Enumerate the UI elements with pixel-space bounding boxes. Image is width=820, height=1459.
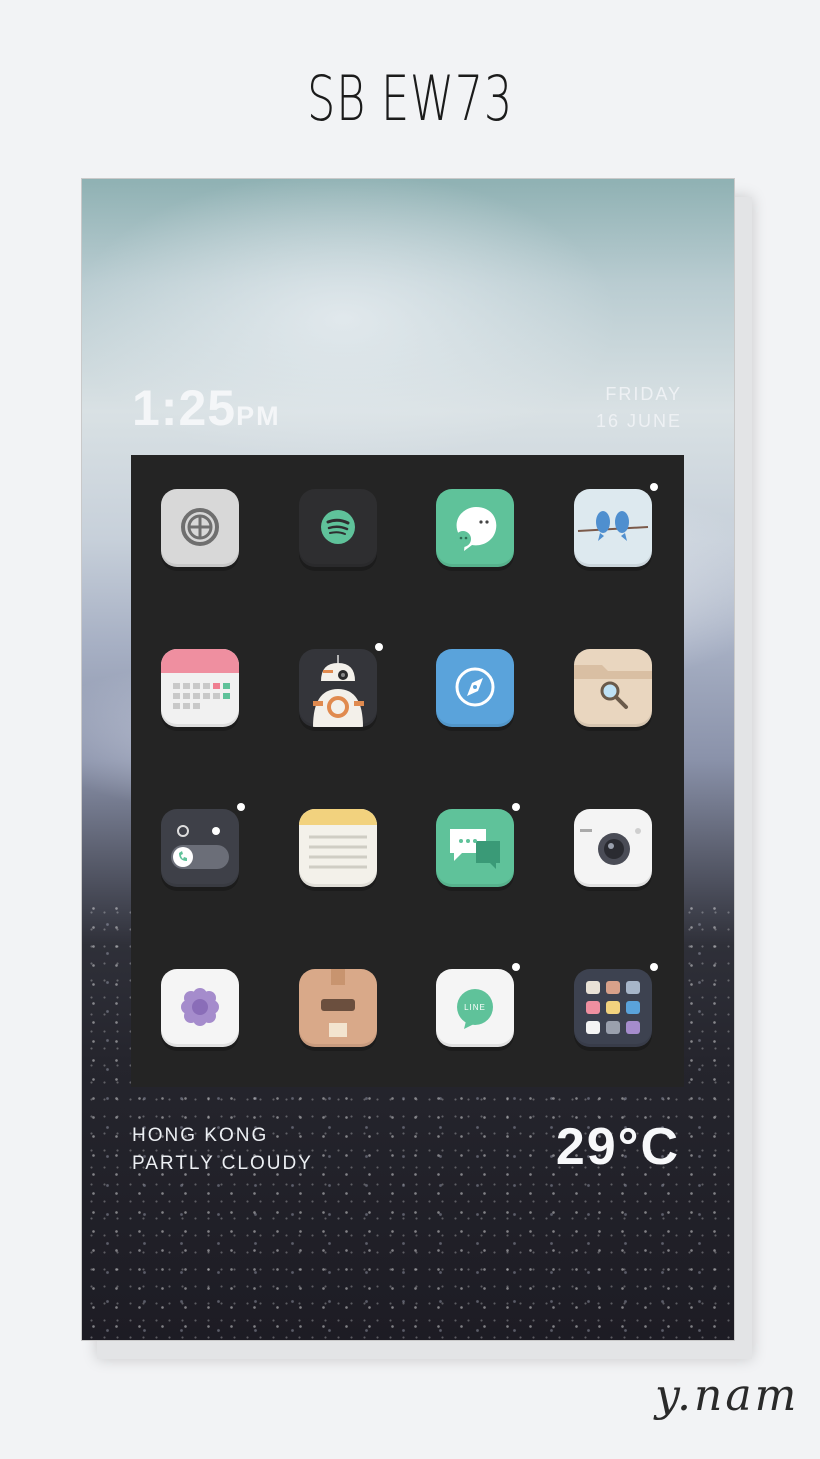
clock-ampm: PM — [236, 401, 281, 431]
date-date: 16 JUNE — [595, 411, 682, 431]
weather-city: HONG KONG — [132, 1125, 269, 1146]
app-camera[interactable] — [574, 809, 652, 887]
notes-icon — [299, 809, 377, 887]
message-bubbles-icon — [436, 809, 514, 887]
bb8-droid-icon — [299, 649, 377, 727]
notification-badge — [512, 803, 520, 811]
app-line[interactable]: LINE — [436, 963, 520, 1047]
app-alarm-phone[interactable] — [161, 803, 245, 887]
app-grid-icon — [574, 969, 652, 1047]
camera-icon — [574, 809, 652, 887]
twitter-birds-icon — [574, 489, 652, 567]
app-twitter[interactable] — [574, 483, 658, 567]
clock-widget: 1:25PM — [132, 379, 281, 437]
date-widget: FRIDAY 16 JUNE — [596, 381, 682, 435]
clock-time: 1:25 — [132, 380, 237, 436]
app-notes[interactable] — [299, 809, 377, 887]
notification-badge — [375, 643, 383, 651]
author-signature: y.nam — [655, 1370, 800, 1421]
phone-screen: 1:25PM FRIDAY 16 JUNE LINE HONG KONG PAR… — [81, 178, 735, 1341]
app-file-search[interactable] — [574, 649, 652, 727]
file-search-icon — [574, 649, 652, 727]
spotify-icon — [299, 489, 377, 567]
app-box[interactable] — [299, 969, 377, 1047]
weather-widget: HONG KONG PARTLY CLOUDY — [132, 1122, 313, 1178]
app-bb8[interactable] — [299, 643, 383, 727]
settings-icon — [161, 489, 239, 567]
app-folder-panel: LINE — [131, 455, 684, 1087]
page-title: SB EW73 — [307, 62, 513, 135]
date-day: FRIDAY — [605, 384, 682, 404]
app-messenger[interactable] — [436, 489, 514, 567]
messenger-chat-icon — [436, 489, 514, 567]
notification-badge — [650, 483, 658, 491]
app-calendar[interactable] — [161, 649, 239, 727]
app-spotify[interactable] — [299, 489, 377, 567]
app-settings[interactable] — [161, 489, 239, 567]
notification-badge — [512, 963, 520, 971]
box-icon — [299, 969, 377, 1047]
weather-condition: PARTLY CLOUDY — [132, 1153, 313, 1174]
notification-badge — [237, 803, 245, 811]
app-flower[interactable] — [161, 969, 239, 1047]
notification-badge — [650, 963, 658, 971]
alarm-phone-icon — [161, 809, 239, 887]
safari-compass-icon — [436, 649, 514, 727]
calendar-icon — [161, 649, 239, 727]
app-safari[interactable] — [436, 649, 514, 727]
app-grid-folder[interactable] — [574, 963, 658, 1047]
weather-temperature: 29°C — [555, 1118, 680, 1176]
app-messages[interactable] — [436, 803, 520, 887]
flower-icon — [161, 969, 239, 1047]
line-icon: LINE — [436, 969, 514, 1047]
line-label: LINE — [464, 1003, 486, 1012]
